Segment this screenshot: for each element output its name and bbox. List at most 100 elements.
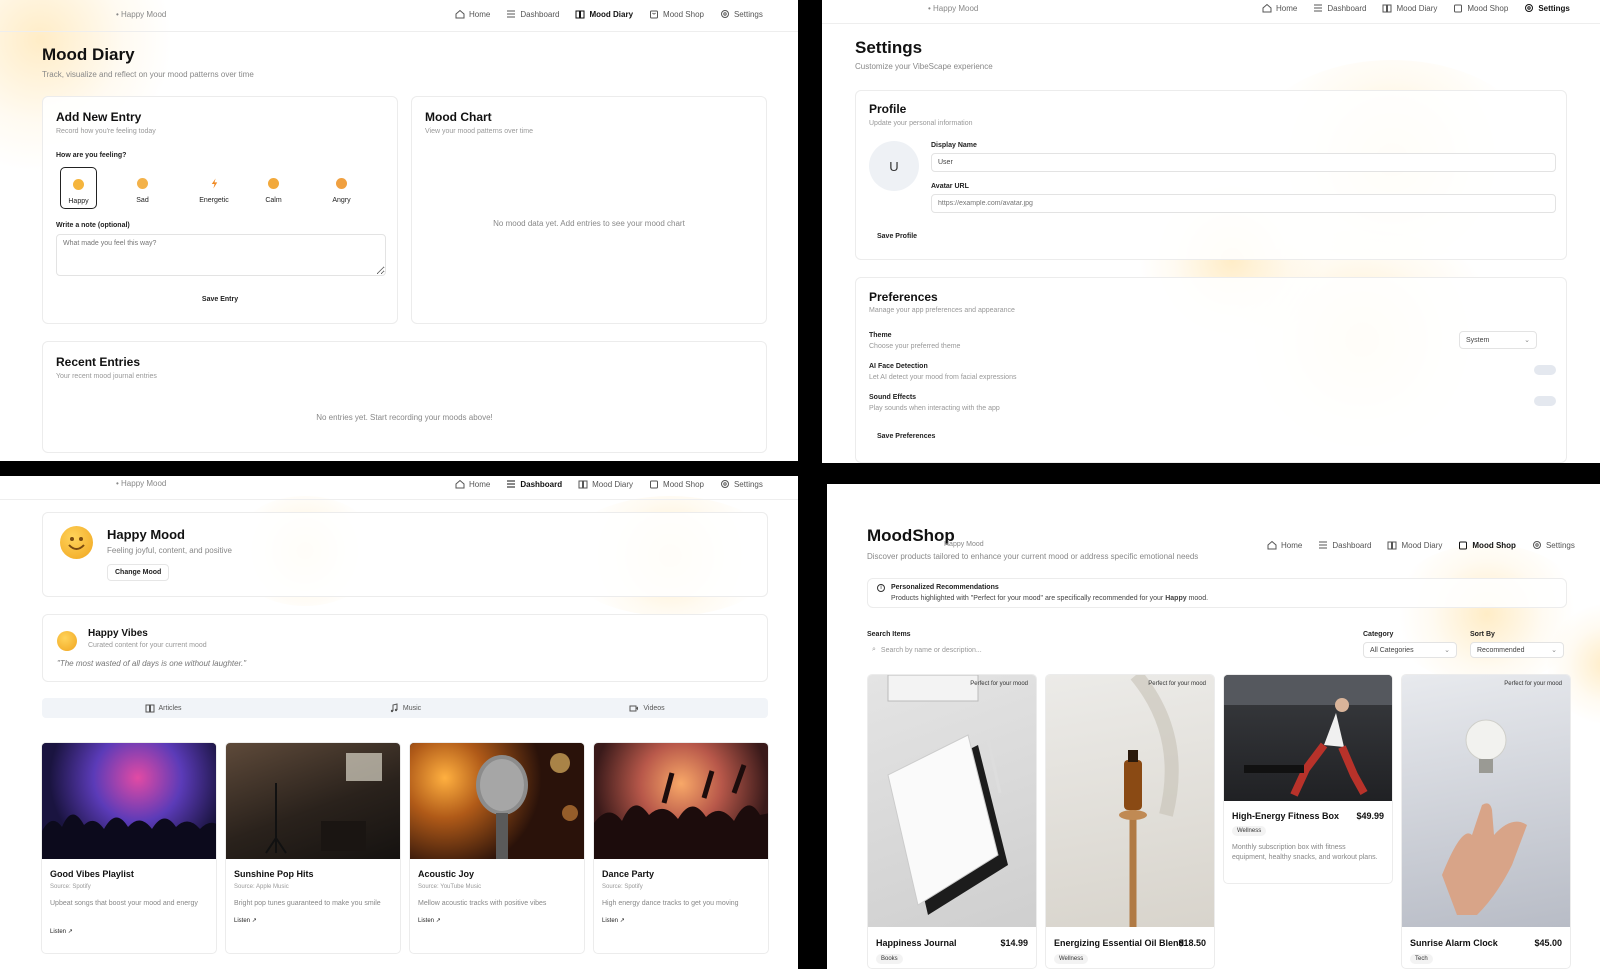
brand-label[interactable]: • Happy Mood xyxy=(116,479,166,488)
nav-mood-diary[interactable]: Mood Diary xyxy=(575,9,633,19)
mood-option-calm[interactable]: Calm xyxy=(255,167,292,209)
nav-home[interactable]: Home xyxy=(455,9,490,19)
card-title: Profile xyxy=(869,102,907,116)
nav-home[interactable]: Home xyxy=(1267,540,1302,550)
brand-overlay: Happy Mood xyxy=(944,541,984,548)
tab-articles[interactable]: Articles xyxy=(42,698,284,718)
nav-mood-diary[interactable]: Mood Diary xyxy=(1387,540,1442,550)
listen-link[interactable]: Listen ↗ xyxy=(418,917,441,924)
media-card[interactable]: Good Vibes Playlist Source: Spotify Upbe… xyxy=(41,742,217,954)
nav-mood-diary[interactable]: Mood Diary xyxy=(578,479,633,489)
page-title: MoodShop xyxy=(867,526,955,545)
happy-vibes-card: Happy Vibes Curated content for your cur… xyxy=(42,614,768,682)
nav-mood-shop[interactable]: Mood Shop xyxy=(649,9,704,19)
nav-settings[interactable]: Settings xyxy=(720,9,763,19)
menu-icon xyxy=(1313,3,1323,13)
product-tag: Wellness xyxy=(1232,826,1267,836)
shopping-bag-icon xyxy=(1453,3,1463,13)
tab-music[interactable]: Music xyxy=(284,698,526,718)
sort-select[interactable]: Recommended ⌄ xyxy=(1470,642,1564,658)
sound-effects-toggle[interactable] xyxy=(1534,396,1556,406)
category-label: Category xyxy=(1363,631,1394,638)
page-subtitle: Discover products tailored to enhance yo… xyxy=(867,552,1199,561)
search-input[interactable]: ⌕ Search by name or description... xyxy=(867,642,1337,658)
listen-link[interactable]: Listen ↗ xyxy=(234,917,257,924)
page-subtitle: Track, visualize and reflect on your moo… xyxy=(42,70,254,79)
book-icon xyxy=(145,703,155,713)
happy-emoji-icon xyxy=(73,179,84,190)
nav-home[interactable]: Home xyxy=(1262,3,1297,13)
product-card[interactable]: Perfect for your mood Happiness Journal … xyxy=(867,674,1037,969)
card-description: Bright pop tunes guaranteed to make you … xyxy=(234,900,381,907)
card-description: Mellow acoustic tracks with positive vib… xyxy=(418,900,547,907)
card-subtitle: Update your personal information xyxy=(869,120,973,127)
product-price: $18.50 xyxy=(1178,938,1206,948)
theme-label: Theme xyxy=(869,332,892,339)
page-title: Mood Diary xyxy=(42,45,135,64)
brand-label[interactable]: • Happy Mood xyxy=(116,10,166,19)
card-description: Upbeat songs that boost your mood and en… xyxy=(50,900,198,907)
media-card[interactable]: Sunshine Pop Hits Source: Apple Music Br… xyxy=(225,742,401,954)
brand-label[interactable]: • Happy Mood xyxy=(928,4,978,13)
mood-option-energetic[interactable]: Energetic xyxy=(192,167,236,209)
dashboard-panel: • Happy Mood Home Dashboard Mood Diary M… xyxy=(0,476,798,969)
profile-card: Profile Update your personal information… xyxy=(855,90,1567,260)
listen-link[interactable]: Listen ↗ xyxy=(602,917,625,924)
banner-title: Personalized Recommendations xyxy=(891,584,999,591)
nav-settings[interactable]: Settings xyxy=(1532,540,1575,550)
chevron-down-icon: ⌄ xyxy=(1444,647,1450,654)
product-tag: Books xyxy=(876,954,903,964)
tab-videos[interactable]: Videos xyxy=(526,698,768,718)
product-price: $45.00 xyxy=(1534,938,1562,948)
lightning-icon xyxy=(209,178,220,189)
nav-dashboard[interactable]: Dashboard xyxy=(1313,3,1366,13)
nav-dashboard[interactable]: Dashboard xyxy=(1318,540,1371,550)
nav-mood-shop[interactable]: Mood Shop xyxy=(649,479,704,489)
mood-option-angry[interactable]: Angry xyxy=(323,167,360,209)
book-icon xyxy=(578,479,588,489)
face-detection-toggle[interactable] xyxy=(1534,365,1556,375)
card-title: Mood Chart xyxy=(425,110,492,124)
save-entry-button[interactable]: Save Entry xyxy=(43,296,397,303)
sort-label: Sort By xyxy=(1470,631,1495,638)
product-card[interactable]: Perfect for your mood Sunrise Alarm Cloc… xyxy=(1401,674,1571,969)
listen-link[interactable]: Listen ↗ xyxy=(50,928,73,935)
product-card[interactable]: High-Energy Fitness Box $49.99 Wellness … xyxy=(1223,674,1393,884)
avatar-url-input[interactable] xyxy=(931,194,1556,213)
card-title: Acoustic Joy xyxy=(418,869,475,879)
change-mood-button[interactable]: Change Mood xyxy=(107,564,170,581)
nav-dashboard[interactable]: Dashboard xyxy=(506,479,562,489)
happy-emoji-icon xyxy=(60,526,93,559)
media-card[interactable]: Acoustic Joy Source: YouTube Music Mello… xyxy=(409,742,585,954)
nav-dashboard[interactable]: Dashboard xyxy=(506,9,559,19)
nav-mood-shop[interactable]: Mood Shop xyxy=(1458,540,1516,550)
display-name-input[interactable] xyxy=(931,153,1556,172)
mood-option-sad[interactable]: Sad xyxy=(124,167,161,209)
product-price: $14.99 xyxy=(1000,938,1028,948)
media-card[interactable]: Dance Party Source: Spotify High energy … xyxy=(593,742,769,954)
mood-option-happy[interactable]: Happy xyxy=(60,167,97,209)
nav-settings[interactable]: Settings xyxy=(1524,3,1570,13)
note-textarea[interactable] xyxy=(56,234,386,276)
home-icon xyxy=(455,9,465,19)
nav-home[interactable]: Home xyxy=(455,479,490,489)
theme-select[interactable]: System ⌄ xyxy=(1459,331,1537,349)
add-entry-card: Add New Entry Record how you're feeling … xyxy=(42,96,398,324)
product-card[interactable]: Perfect for your mood Energizing Essenti… xyxy=(1045,674,1215,969)
product-tag: Wellness xyxy=(1054,954,1089,964)
save-preferences-button[interactable]: Save Preferences xyxy=(877,433,935,440)
preferences-card: Preferences Manage your app preferences … xyxy=(855,277,1567,463)
top-nav: • Happy Mood Home Dashboard Mood Diary M… xyxy=(822,0,1600,24)
card-subtitle: Manage your app preferences and appearan… xyxy=(869,307,1015,314)
dance-crowd-image xyxy=(594,743,768,859)
nav-mood-shop[interactable]: Mood Shop xyxy=(1453,3,1508,13)
avatar: U xyxy=(869,141,919,191)
category-select[interactable]: All Categories ⌄ xyxy=(1363,642,1457,658)
nav-settings[interactable]: Settings xyxy=(720,479,763,489)
avatar-url-label: Avatar URL xyxy=(931,183,969,190)
card-description: High energy dance tracks to get you movi… xyxy=(602,900,739,907)
save-profile-button[interactable]: Save Profile xyxy=(877,233,917,240)
nav-mood-diary[interactable]: Mood Diary xyxy=(1382,3,1437,13)
settings-panel: • Happy Mood Home Dashboard Mood Diary M… xyxy=(822,0,1600,463)
card-title: Recent Entries xyxy=(56,355,141,369)
